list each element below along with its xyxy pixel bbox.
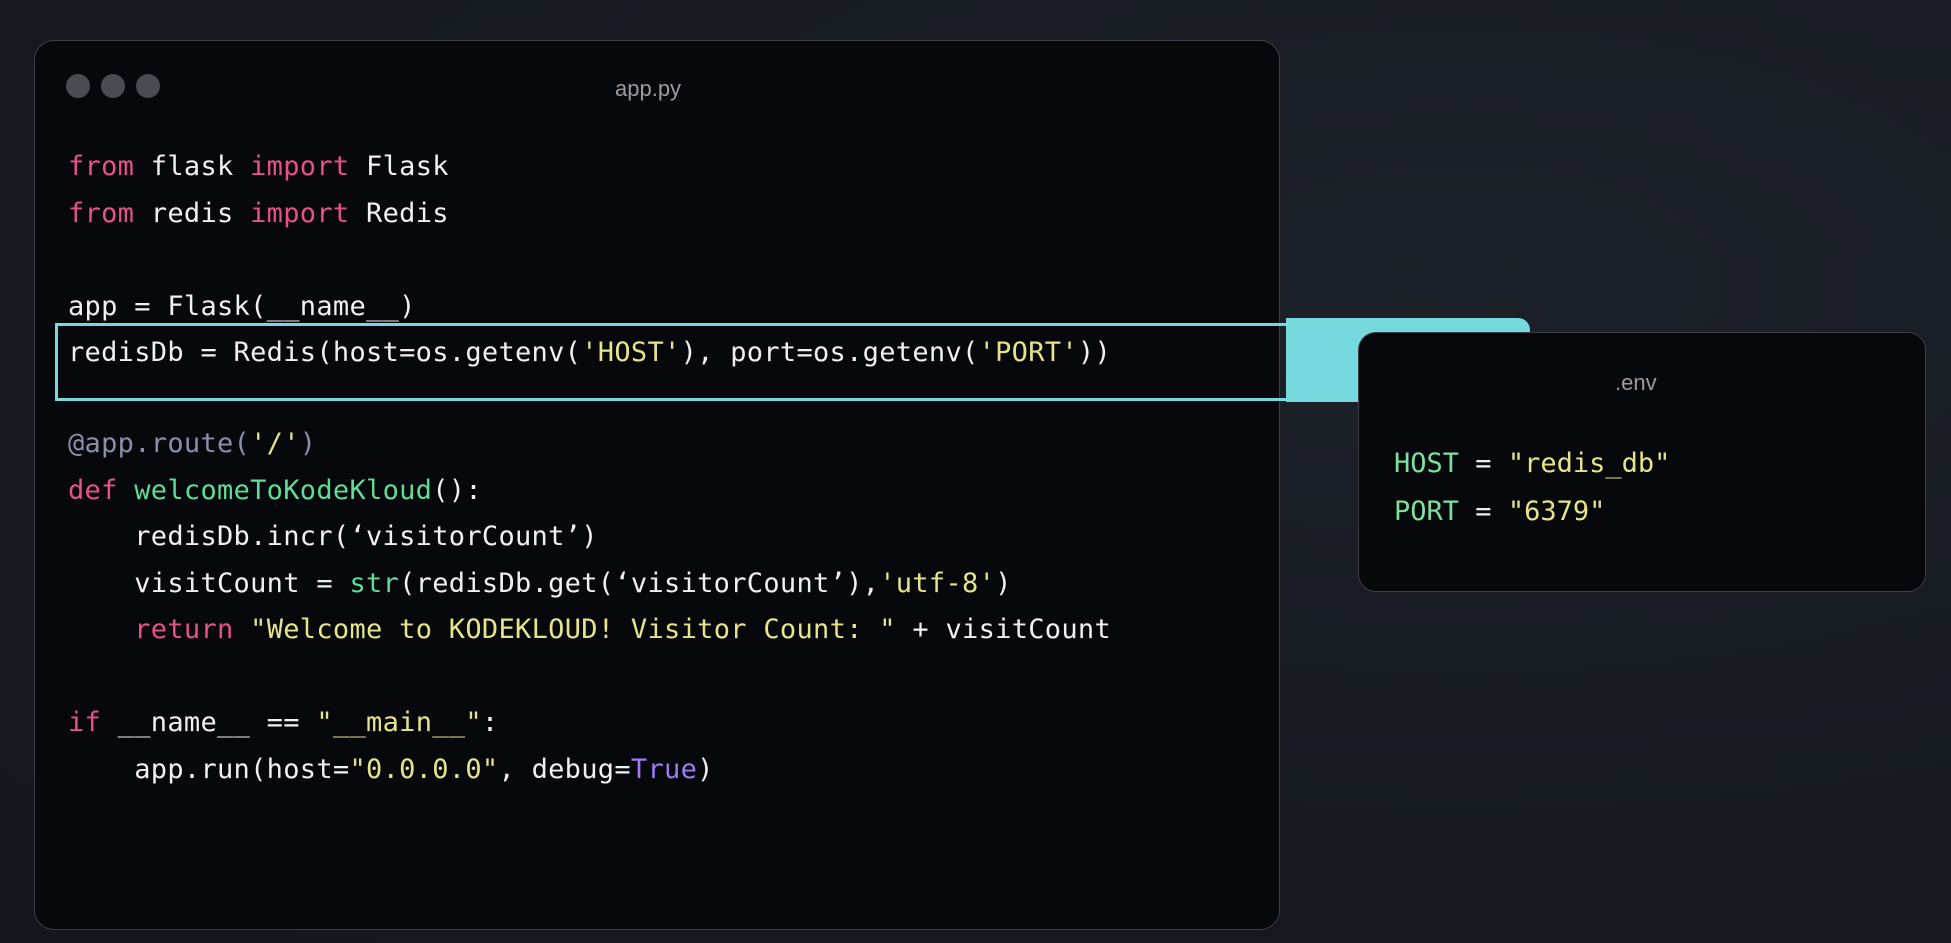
keyword: import [250, 198, 350, 229]
code-line-11: return "Welcome to KODEKLOUD! Visitor Co… [68, 610, 1111, 650]
code-text: __name__ == [101, 707, 317, 738]
string: '/' [250, 428, 300, 459]
boolean: True [630, 754, 698, 785]
string: "__main__" [316, 707, 482, 738]
env-window-title: .env [1615, 370, 1657, 395]
string: "Welcome to KODEKLOUD! Visitor Count: " [250, 614, 896, 645]
code-line-10: visitCount = str(redisDb.get(‘visitorCou… [68, 564, 1012, 604]
code-text: : [481, 707, 499, 738]
string: 'PORT' [978, 337, 1078, 368]
code-line-2: from redis import Redis [68, 194, 449, 234]
code-text: )) [1077, 337, 1112, 368]
keyword: import [250, 151, 350, 182]
code-text: ), port=os.getenv( [680, 337, 979, 368]
env-line-host: HOST = "redis_db" [1394, 444, 1670, 484]
code-line-1: from flask import Flask [68, 147, 449, 187]
code-line-13: if __name__ == "__main__": [68, 703, 498, 743]
env-key: HOST [1394, 448, 1460, 479]
string: 'HOST' [581, 337, 681, 368]
function-name: welcomeToKodeKloud [134, 475, 433, 506]
code-line-5-highlighted: redisDb = Redis(host=os.getenv('HOST'), … [68, 333, 1111, 373]
code-line-4: app = Flask(__name__) [68, 287, 416, 327]
code-text: Flask [349, 151, 449, 182]
code-text: redis [134, 198, 251, 229]
code-text: (): [432, 475, 482, 506]
code-text: , debug= [498, 754, 631, 785]
code-text: redisDb.incr(‘visitorCount’) [68, 521, 598, 552]
env-line-port: PORT = "6379" [1394, 492, 1605, 532]
code-text: ) [697, 754, 714, 785]
keyword: return [134, 614, 234, 645]
env-value: "redis_db" [1507, 448, 1671, 479]
code-line-14: app.run(host="0.0.0.0", debug=True) [68, 750, 714, 790]
code-text: redisDb = Redis(host=os.getenv( [68, 337, 582, 368]
traffic-light-close-icon[interactable] [66, 74, 90, 98]
code-text: (redisDb.get(‘visitorCount’), [399, 568, 880, 599]
env-value: "6379" [1507, 496, 1606, 527]
code-line-7: @app.route('/') [68, 424, 316, 464]
code-text: + visitCount [895, 614, 1112, 645]
env-operator: = [1459, 496, 1508, 527]
code-text: app = Flask(__name__) [68, 291, 416, 322]
code-text: flask [134, 151, 251, 182]
stage: app.py from flask import Flask from redi… [0, 0, 1951, 943]
decorator: @app.route( [68, 428, 251, 459]
env-operator: = [1459, 448, 1508, 479]
traffic-light-maximize-icon[interactable] [136, 74, 160, 98]
code-text: Redis [349, 198, 449, 229]
string: "0.0.0.0" [349, 754, 499, 785]
string: 'utf-8' [879, 568, 996, 599]
keyword: from [68, 198, 135, 229]
code-text: ) [995, 568, 1012, 599]
builtin-function: str [349, 568, 400, 599]
traffic-light-minimize-icon[interactable] [101, 74, 125, 98]
env-key: PORT [1394, 496, 1460, 527]
keyword: def [68, 475, 118, 506]
code-line-9: redisDb.incr(‘visitorCount’) [68, 517, 598, 557]
keyword: if [68, 707, 102, 738]
decorator: ) [299, 428, 317, 459]
code-line-8: def welcomeToKodeKloud(): [68, 471, 482, 511]
code-text: visitCount = [68, 568, 350, 599]
window-title: app.py [615, 76, 682, 101]
code-text: app.run(host= [68, 754, 350, 785]
keyword: from [68, 151, 135, 182]
